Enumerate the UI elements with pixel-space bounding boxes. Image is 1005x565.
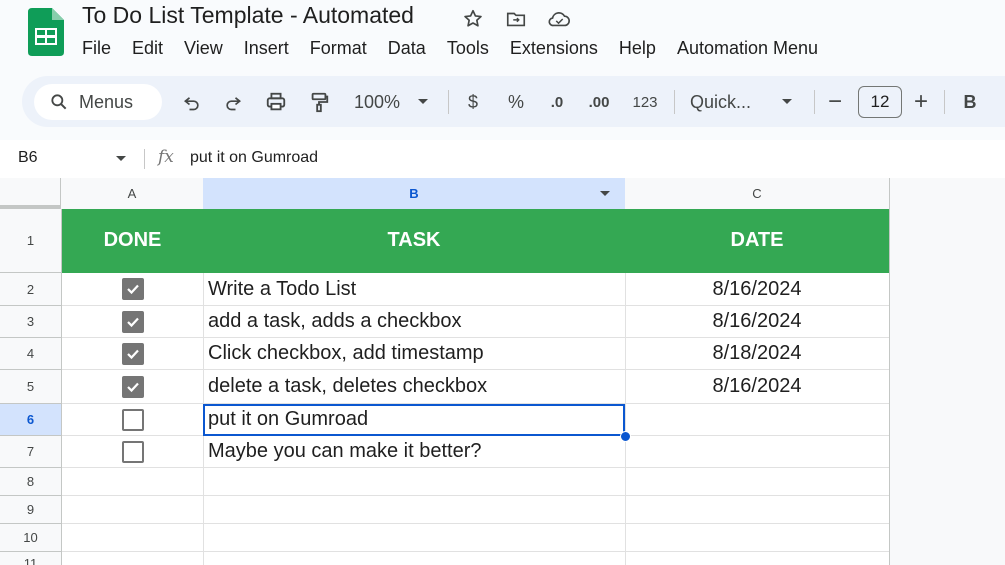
grid-overflow-area [890, 178, 1005, 565]
column-header-c[interactable]: C [625, 178, 890, 210]
date-cell[interactable]: 8/18/2024 [625, 338, 890, 370]
menu-automation[interactable]: Automation Menu [677, 38, 818, 62]
function-icon: fx [158, 147, 174, 167]
increase-decimal-button[interactable]: .00 [584, 89, 614, 115]
task-cell[interactable]: Click checkbox, add timestamp [203, 338, 626, 370]
task-checkbox[interactable] [121, 375, 144, 398]
decrease-decimal-button[interactable]: .0 [544, 89, 570, 115]
zoom-dropdown-icon[interactable] [415, 89, 431, 115]
move-to-folder-icon[interactable] [504, 7, 528, 31]
search-menus-label: Menus [79, 91, 134, 112]
task-checkbox[interactable] [121, 278, 144, 300]
task-checkbox[interactable] [121, 310, 144, 333]
menu-file[interactable]: File [82, 38, 111, 62]
column-header-b-label: B [409, 186, 419, 201]
empty-cell[interactable] [62, 468, 204, 496]
header-task[interactable]: TASK [203, 209, 626, 273]
decrease-font-size-button[interactable]: − [825, 88, 845, 115]
column-menu-dropdown-icon[interactable] [599, 190, 611, 198]
redo-icon[interactable] [221, 89, 245, 115]
currency-format-button[interactable]: $ [463, 89, 483, 115]
date-cell[interactable] [625, 404, 890, 436]
font-select[interactable]: Quick... [690, 89, 760, 115]
header-date[interactable]: DATE [625, 209, 890, 273]
formula-input[interactable]: put it on Gumroad [190, 149, 318, 167]
percent-format-button[interactable]: % [504, 89, 528, 115]
font-dropdown-icon[interactable] [779, 89, 795, 115]
empty-cell[interactable] [203, 524, 626, 552]
font-size-input[interactable]: 12 [858, 86, 902, 118]
menu-extensions[interactable]: Extensions [510, 38, 598, 62]
date-cell[interactable]: 8/16/2024 [625, 370, 890, 404]
paint-format-icon[interactable] [306, 89, 332, 115]
spreadsheet-grid: A B C 1 2 3 4 5 6 7 8 9 10 11 DONE TASK … [0, 178, 1005, 565]
cloud-saved-icon[interactable] [547, 7, 571, 31]
search-icon [51, 94, 67, 110]
toolbar: Menus 100% $ % .0 .00 123 Quick... − 12 … [22, 76, 1005, 127]
row-header-3[interactable]: 3 [0, 306, 62, 338]
task-checkbox[interactable] [121, 408, 144, 431]
menu-view[interactable]: View [184, 38, 223, 62]
task-cell[interactable]: Write a Todo List [203, 273, 626, 306]
empty-cell[interactable] [625, 552, 890, 565]
row-header-10[interactable]: 10 [0, 524, 62, 552]
task-cell[interactable]: add a task, adds a checkbox [203, 306, 626, 338]
empty-cell[interactable] [625, 496, 890, 524]
search-menus-button[interactable]: Menus [34, 84, 162, 120]
name-box[interactable]: B6 [18, 149, 38, 167]
document-title[interactable]: To Do List Template - Automated [82, 2, 414, 29]
task-cell-selected[interactable]: put it on Gumroad [203, 404, 626, 436]
undo-icon[interactable] [180, 89, 204, 115]
menu-insert[interactable]: Insert [244, 38, 289, 62]
more-formats-button[interactable]: 123 [628, 89, 662, 115]
row-header-11[interactable]: 11 [0, 552, 62, 565]
fill-handle[interactable] [620, 431, 631, 442]
star-icon[interactable] [461, 7, 485, 31]
row-header-4[interactable]: 4 [0, 338, 62, 370]
row-header-6[interactable]: 6 [0, 404, 62, 436]
menu-format[interactable]: Format [310, 38, 367, 62]
date-cell[interactable]: 8/16/2024 [625, 273, 890, 306]
empty-cell[interactable] [203, 496, 626, 524]
empty-cell[interactable] [62, 496, 204, 524]
menu-data[interactable]: Data [388, 38, 426, 62]
menu-edit[interactable]: Edit [132, 38, 163, 62]
select-all-corner[interactable] [0, 178, 61, 209]
task-checkbox[interactable] [121, 342, 144, 365]
empty-cell[interactable] [62, 552, 204, 565]
header-done[interactable]: DONE [62, 209, 204, 273]
sheets-logo-icon[interactable] [28, 8, 64, 56]
task-cell[interactable]: Maybe you can make it better? [203, 436, 626, 468]
empty-cell[interactable] [203, 552, 626, 565]
formula-bar: B6 fx put it on Gumroad [0, 140, 1005, 178]
name-box-dropdown-icon[interactable] [115, 155, 127, 163]
empty-cell[interactable] [203, 468, 626, 496]
task-cell[interactable]: delete a task, deletes checkbox [203, 370, 626, 404]
column-header-a[interactable]: A [61, 178, 204, 210]
bold-button[interactable]: B [960, 89, 980, 115]
zoom-select[interactable]: 100% [348, 89, 406, 115]
increase-font-size-button[interactable]: + [911, 88, 931, 115]
row-header-9[interactable]: 9 [0, 496, 62, 524]
row-header-2[interactable]: 2 [0, 273, 62, 306]
date-cell[interactable] [625, 436, 890, 468]
menu-help[interactable]: Help [619, 38, 656, 62]
row-header-1[interactable]: 1 [0, 209, 62, 273]
row-header-5[interactable]: 5 [0, 370, 62, 404]
column-header-b[interactable]: B [203, 178, 626, 210]
menu-tools[interactable]: Tools [447, 38, 489, 62]
row-header-8[interactable]: 8 [0, 468, 62, 496]
empty-cell[interactable] [62, 524, 204, 552]
empty-cell[interactable] [625, 524, 890, 552]
empty-cell[interactable] [625, 468, 890, 496]
print-icon[interactable] [263, 89, 289, 115]
row-header-7[interactable]: 7 [0, 436, 62, 468]
date-cell[interactable]: 8/16/2024 [625, 306, 890, 338]
menu-bar: File Edit View Insert Format Data Tools … [82, 38, 839, 62]
task-checkbox[interactable] [121, 440, 144, 463]
